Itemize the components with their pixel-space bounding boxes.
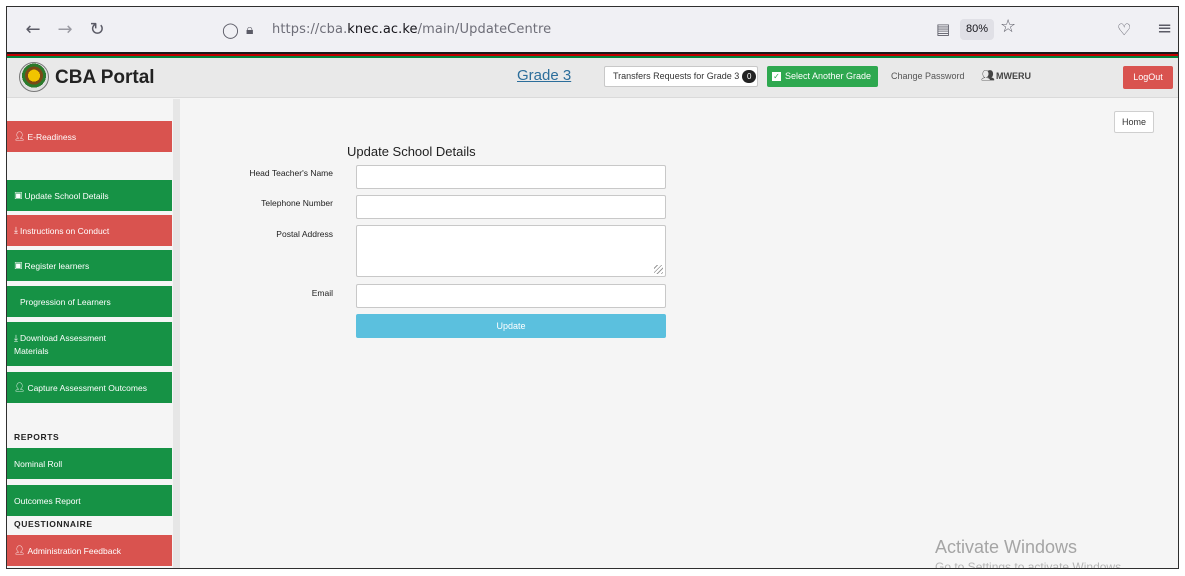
- hamburger-menu-icon[interactable]: ≡: [1157, 18, 1172, 39]
- users-icon: 👥︎: [981, 69, 995, 82]
- checkbox-icon: ✓: [772, 72, 781, 82]
- user-icon: 👤︎: [14, 382, 26, 393]
- sidebar-item-capture-assessment-outcomes[interactable]: 👤︎ Capture Assessment Outcomes: [7, 372, 172, 403]
- sidebar-item-progression-of-learners[interactable]: Progression of Learners: [7, 286, 172, 317]
- home-button[interactable]: Home: [1114, 111, 1154, 133]
- transfers-count-badge: 0: [742, 70, 757, 84]
- sidebar-item-administration-feedback[interactable]: 👤︎ Administration Feedback: [7, 535, 172, 566]
- url-text[interactable]: https://cba.knec.ac.ke/main/UpdateCentre: [272, 22, 551, 37]
- questionnaire-heading: QUESTIONNAIRE: [14, 519, 93, 529]
- postal-address-label: Postal Address: [276, 229, 333, 239]
- reader-view-icon[interactable]: ▤: [936, 20, 950, 38]
- download-icon: ⤓: [14, 333, 18, 344]
- browser-window: ← → ↻ ◯ 🔒︎ https://cba.knec.ac.ke/main/U…: [6, 6, 1179, 569]
- zoom-level[interactable]: 80%: [960, 19, 995, 40]
- telephone-input[interactable]: [356, 195, 666, 219]
- sidebar-item-download-assessment-materials[interactable]: ⤓ Download Assessment Materials: [7, 322, 172, 366]
- change-password-link[interactable]: Change Password: [891, 71, 965, 81]
- user-icon: 👤︎: [14, 131, 26, 142]
- forward-arrow-icon[interactable]: →: [51, 16, 79, 44]
- app-header: CBA Portal Grade 3 Transfers Requests fo…: [7, 58, 1178, 98]
- download-icon: ⤓: [14, 225, 18, 236]
- brand-title[interactable]: CBA Portal: [55, 67, 155, 89]
- telephone-label: Telephone Number: [261, 198, 333, 208]
- lock-icon[interactable]: 🔒︎: [246, 22, 264, 38]
- sidebar-divider: [173, 99, 180, 568]
- sidebar-item-nominal-roll[interactable]: Nominal Roll: [7, 448, 172, 479]
- sidebar-item-outcomes-report[interactable]: Outcomes Report: [7, 485, 172, 516]
- main-content: Home Update School Details Head Teacher'…: [180, 99, 1178, 568]
- user-name[interactable]: MWERU: [996, 71, 1031, 81]
- coat-of-arms-logo: [19, 62, 49, 92]
- reports-heading: REPORTS: [14, 432, 60, 442]
- email-input[interactable]: [356, 284, 666, 308]
- update-button[interactable]: Update: [356, 314, 666, 338]
- shield-icon[interactable]: ◯: [222, 21, 242, 39]
- transfers-label: Transfers Requests for Grade 3: [613, 71, 740, 81]
- email-label: Email: [311, 288, 333, 298]
- activate-windows-subtitle: Go to Settings to activate Windows.: [935, 560, 1125, 569]
- bookmark-star-icon[interactable]: ☆: [1000, 16, 1016, 37]
- head-teacher-input[interactable]: [356, 165, 666, 189]
- activate-windows-title: Activate Windows: [935, 537, 1078, 557]
- sidebar-item-e-readiness[interactable]: 👤︎ E-Readiness: [7, 121, 172, 152]
- edit-icon: ▣: [14, 260, 23, 271]
- reload-icon[interactable]: ↻: [83, 16, 111, 44]
- form-title: Update School Details: [347, 144, 476, 159]
- resize-handle-icon[interactable]: [654, 265, 663, 274]
- logout-button[interactable]: LogOut: [1123, 66, 1173, 89]
- transfers-requests-button[interactable]: Transfers Requests for Grade 30: [604, 66, 758, 87]
- select-grade-label: Select Another Grade: [785, 71, 872, 81]
- grade-link[interactable]: Grade 3: [517, 67, 571, 84]
- sidebar-item-register-learners[interactable]: ▣ Register learners: [7, 250, 172, 281]
- back-arrow-icon[interactable]: ←: [19, 16, 47, 44]
- browser-toolbar: ← → ↻ ◯ 🔒︎ https://cba.knec.ac.ke/main/U…: [7, 7, 1178, 52]
- sidebar: 👤︎ E-Readiness ▣ Update School Details ⤓ In…: [7, 99, 173, 568]
- select-another-grade-button[interactable]: ✓ Select Another Grade: [767, 66, 878, 87]
- sidebar-item-update-school-details[interactable]: ▣ Update School Details: [7, 180, 172, 211]
- edit-icon: ▣: [14, 190, 23, 201]
- head-teacher-label: Head Teacher's Name: [249, 168, 333, 178]
- postal-address-textarea[interactable]: [356, 225, 666, 277]
- user-icon: 👤︎: [14, 545, 26, 556]
- pocket-icon[interactable]: ♡: [1117, 20, 1131, 39]
- sidebar-item-instructions-on-conduct[interactable]: ⤓ Instructions on Conduct: [7, 215, 172, 246]
- address-bar[interactable]: ◯ 🔒︎ https://cba.knec.ac.ke/main/UpdateC…: [210, 13, 1160, 46]
